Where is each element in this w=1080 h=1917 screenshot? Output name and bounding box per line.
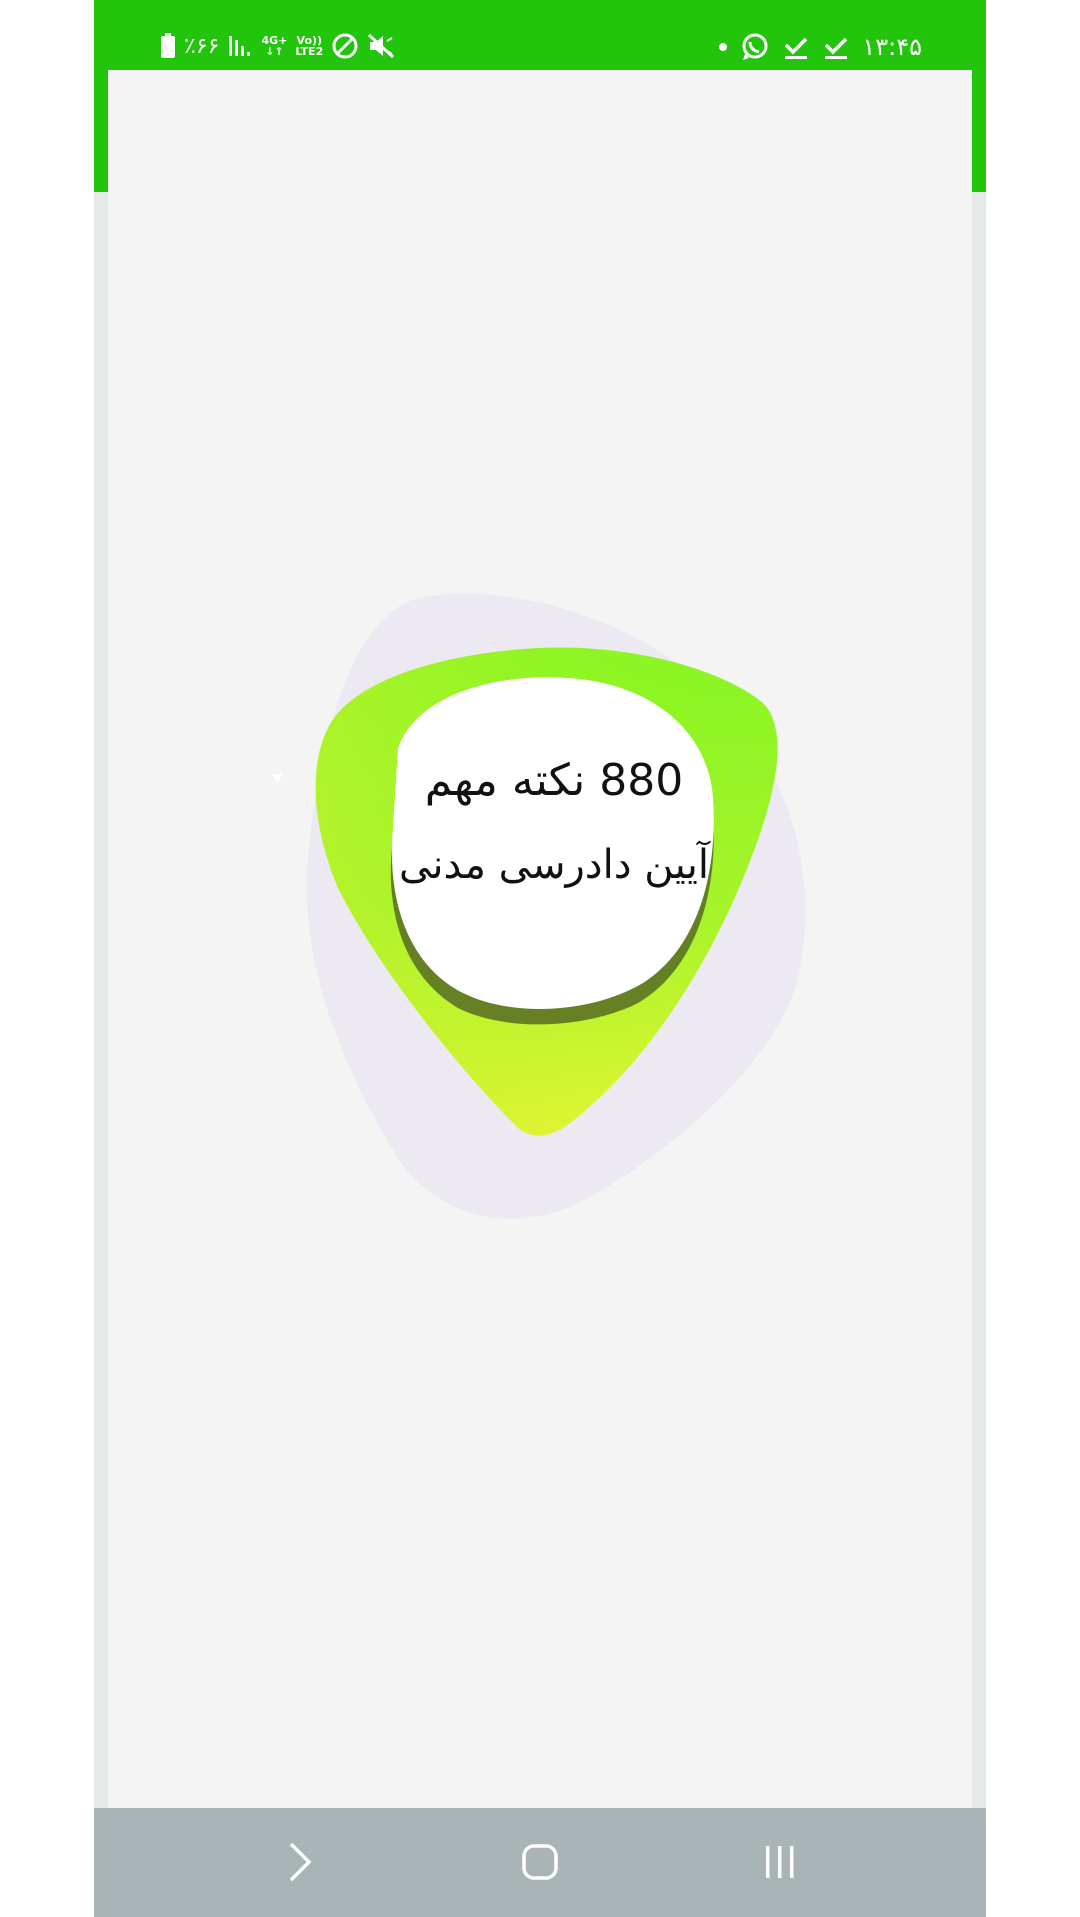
splash-logo: 880 نکته مهم آیین دادرسی مدنی [258, 588, 838, 1228]
status-right-group: ۱۳:۴۵ [718, 32, 922, 62]
back-icon[interactable] [270, 1836, 330, 1888]
mute-icon [367, 32, 395, 60]
title-line1: 880 نکته مهم [425, 755, 684, 806]
volte-icon: Vo)) LTE2 [295, 35, 323, 57]
dot-icon [718, 42, 728, 52]
network-type-icon: 4G+ ↓↑ [261, 35, 287, 57]
splash-logo-graphic: 880 نکته مهم آیین دادرسی مدنی [272, 593, 806, 1219]
check-download-icon [822, 33, 850, 61]
phone-screen: ٪۶۶ 4G+ ↓↑ Vo)) LTE2 ۱۳:۴۵ 880 نکته مهم … [94, 0, 986, 1917]
status-left-group: ٪۶۶ 4G+ ↓↑ Vo)) LTE2 [160, 32, 395, 60]
clock: ۱۳:۴۵ [862, 33, 922, 61]
navigation-bar [94, 1808, 986, 1917]
arrows-icon: ↓↑ [265, 45, 284, 58]
whatsapp-icon [740, 32, 770, 62]
title-line2: آیین دادرسی مدنی [399, 840, 711, 888]
signal-icon [227, 34, 253, 58]
recents-icon[interactable] [750, 1836, 810, 1888]
battery-percent: ٪۶۶ [184, 33, 220, 59]
green-edge-right [972, 40, 986, 192]
status-bar: ٪۶۶ 4G+ ↓↑ Vo)) LTE2 ۱۳:۴۵ [94, 0, 986, 70]
check-download-icon [782, 33, 810, 61]
do-not-disturb-icon [331, 32, 359, 60]
network-bottom-label: LTE2 [295, 45, 324, 58]
green-edge-left [94, 40, 108, 192]
marker-triangle [272, 774, 282, 784]
home-icon[interactable] [510, 1836, 570, 1888]
splash-content: 880 نکته مهم آیین دادرسی مدنی [108, 70, 972, 1808]
battery-icon [160, 33, 176, 59]
